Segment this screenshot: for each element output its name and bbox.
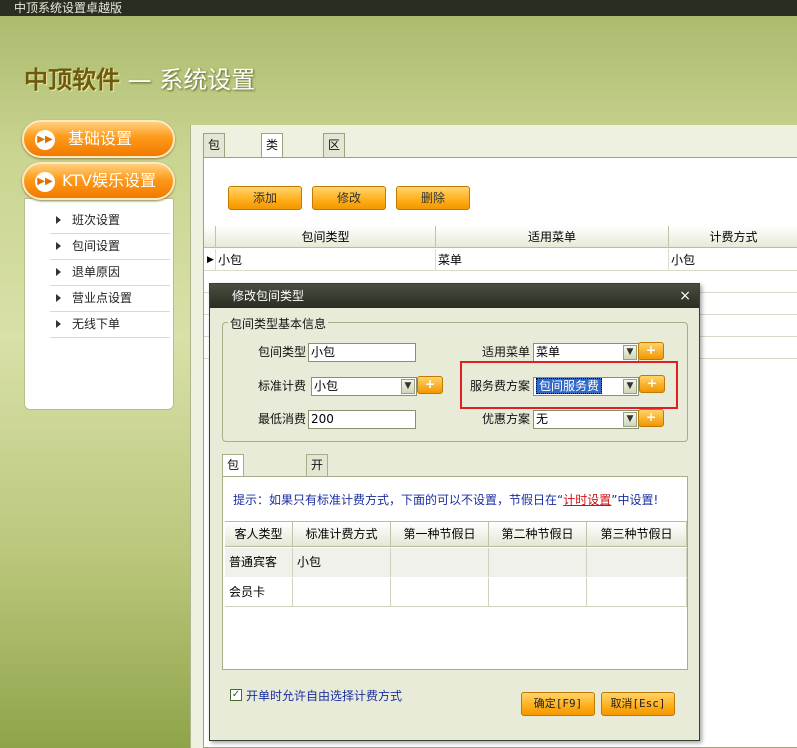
sidebar-group-basic[interactable]: ▶▶ 基础设置: [22, 120, 175, 158]
menu-select[interactable]: 菜单 ▼: [533, 343, 639, 362]
tab-area-settings[interactable]: 区域设置: [323, 133, 346, 218]
table-row[interactable]: 普通宾客 小包: [225, 548, 687, 577]
row-selected-icon: ▶: [204, 249, 216, 271]
cell-standard-billing[interactable]: [293, 578, 391, 607]
brand-name: 中顶软件: [24, 66, 120, 94]
service-plan-select[interactable]: 包间服务费 ▼: [533, 377, 639, 396]
sidebar-item-outlet[interactable]: 营业点设置: [50, 286, 170, 312]
service-plan-label: 服务费方案: [469, 379, 530, 393]
tab-room-settings[interactable]: 包间设置: [203, 133, 226, 218]
add-discount-button[interactable]: +: [638, 409, 664, 427]
min-spend-label: 最低消费: [257, 412, 306, 426]
cell-holiday-2[interactable]: [489, 578, 587, 607]
menu-label: 适用菜单: [481, 345, 530, 359]
standard-billing-value: 小包: [314, 379, 339, 393]
delete-button[interactable]: 删除: [396, 186, 470, 210]
tip-after: ”中设置!: [611, 493, 659, 507]
brand-title: 中顶软件 — 系统设置: [24, 60, 255, 95]
window-title: 中顶系统设置卓越版: [0, 0, 797, 16]
close-icon[interactable]: ×: [679, 284, 691, 308]
cell-holiday-1[interactable]: [391, 578, 489, 607]
column-header-holiday-3[interactable]: 第三种节假日: [587, 522, 687, 546]
service-plan-value: 包间服务费: [536, 378, 603, 394]
sidebar-item-shift[interactable]: 班次设置: [50, 208, 170, 234]
tab-type-settings[interactable]: 类型设置: [261, 133, 284, 218]
add-service-plan-button[interactable]: +: [639, 375, 665, 393]
basic-info-group-label: 包间类型基本信息: [228, 315, 329, 332]
add-button[interactable]: 添加: [228, 186, 302, 210]
dialog-title: 修改包间类型: [210, 284, 699, 308]
sidebar: ▶▶ 基础设置 ▶▶ KTV娱乐设置 班次设置 包间设置 退单原因 营业点设置 …: [22, 118, 175, 410]
brand-section: 系统设置: [159, 66, 256, 94]
cell-guest-type[interactable]: 普通宾客: [225, 548, 293, 577]
tip-before: 提示：如果只有标准计费方式，下面的可以不设置，节假日在“: [233, 493, 564, 507]
column-header-holiday-1[interactable]: 第一种节假日: [391, 522, 489, 546]
cell-room-type[interactable]: 小包: [216, 249, 436, 271]
sidebar-list: 班次设置 包间设置 退单原因 营业点设置 无线下单: [50, 208, 170, 338]
column-header-menu[interactable]: 适用菜单: [436, 226, 669, 248]
room-type-input[interactable]: 小包: [308, 343, 416, 362]
standard-billing-label: 标准计费: [257, 379, 306, 393]
column-header-billing[interactable]: 计费方式: [669, 226, 797, 248]
room-type-label: 包间类型: [257, 345, 306, 359]
edit-room-type-dialog: 修改包间类型 × 包间类型基本信息 包间类型 小包 适用菜单 菜单 ▼ + 标准…: [209, 283, 700, 741]
cell-holiday-2[interactable]: [489, 548, 587, 577]
min-spend-input[interactable]: 200: [308, 410, 416, 429]
column-header-standard-billing[interactable]: 标准计费方式: [293, 522, 391, 546]
discount-value: 无: [536, 412, 549, 426]
brand-separator: —: [127, 66, 152, 94]
menu-value: 菜单: [536, 345, 561, 359]
cell-standard-billing[interactable]: 小包: [293, 548, 391, 577]
cell-billing[interactable]: 小包: [669, 249, 797, 271]
free-billing-checkbox[interactable]: ✓ 开单时允许自由选择计费方式: [230, 689, 402, 703]
column-header-room-type[interactable]: 包间类型: [216, 226, 436, 248]
checkbox-label: 开单时允许自由选择计费方式: [246, 689, 403, 703]
sidebar-item-return-reason[interactable]: 退单原因: [50, 260, 170, 286]
cell-guest-type[interactable]: 会员卡: [225, 578, 293, 607]
sidebar-item-room[interactable]: 包间设置: [50, 234, 170, 260]
standard-billing-select[interactable]: 小包 ▼: [311, 377, 417, 396]
add-billing-button[interactable]: +: [417, 376, 443, 394]
column-header-holiday-2[interactable]: 第二种节假日: [489, 522, 587, 546]
grid-row-indicator-header: [204, 226, 216, 248]
sidebar-group-ktv[interactable]: ▶▶ KTV娱乐设置: [22, 162, 175, 200]
cancel-button[interactable]: 取消[Esc]: [601, 692, 675, 716]
chevron-down-icon[interactable]: ▼: [623, 412, 637, 427]
chevron-down-icon[interactable]: ▼: [623, 345, 637, 360]
timing-settings-link[interactable]: 计时设置: [563, 493, 611, 507]
add-menu-button[interactable]: +: [638, 342, 664, 360]
sidebar-group-label: 基础设置: [68, 129, 133, 148]
tab-billing-plan[interactable]: 包间计费方案: [222, 454, 245, 572]
discount-select[interactable]: 无 ▼: [533, 410, 639, 429]
cell-menu[interactable]: 菜单: [436, 249, 669, 271]
discount-label: 优惠方案: [481, 412, 530, 426]
table-row[interactable]: ▶ 小包 菜单 小包: [204, 249, 797, 271]
billing-plan-panel: 提示：如果只有标准计费方式，下面的可以不设置，节假日在“计时设置”中设置! 客人…: [222, 476, 688, 670]
plan-grid-header: 客人类型 标准计费方式 第一种节假日 第二种节假日 第三种节假日: [225, 521, 687, 547]
grid-header: 包间类型 适用菜单 计费方式: [204, 226, 797, 248]
sidebar-group-label: KTV娱乐设置: [62, 171, 156, 190]
column-header-guest-type[interactable]: 客人类型: [225, 522, 293, 546]
edit-button[interactable]: 修改: [312, 186, 386, 210]
chevron-down-icon[interactable]: ▼: [401, 379, 415, 394]
forward-icon: ▶▶: [35, 130, 55, 150]
table-row[interactable]: 会员卡: [225, 578, 687, 607]
cell-holiday-1[interactable]: [391, 548, 489, 577]
tip-text: 提示：如果只有标准计费方式，下面的可以不设置，节假日在“计时设置”中设置!: [233, 491, 658, 508]
cell-holiday-3[interactable]: [587, 548, 687, 577]
tab-auto-add-items[interactable]: 开单自动加单项目: [306, 454, 329, 612]
chevron-down-icon[interactable]: ▼: [623, 379, 637, 394]
forward-icon: ▶▶: [35, 172, 55, 192]
checkbox-check-icon[interactable]: ✓: [230, 689, 242, 701]
ok-button[interactable]: 确定[F9]: [521, 692, 595, 716]
sidebar-item-wireless[interactable]: 无线下单: [50, 312, 170, 338]
cell-holiday-3[interactable]: [587, 578, 687, 607]
